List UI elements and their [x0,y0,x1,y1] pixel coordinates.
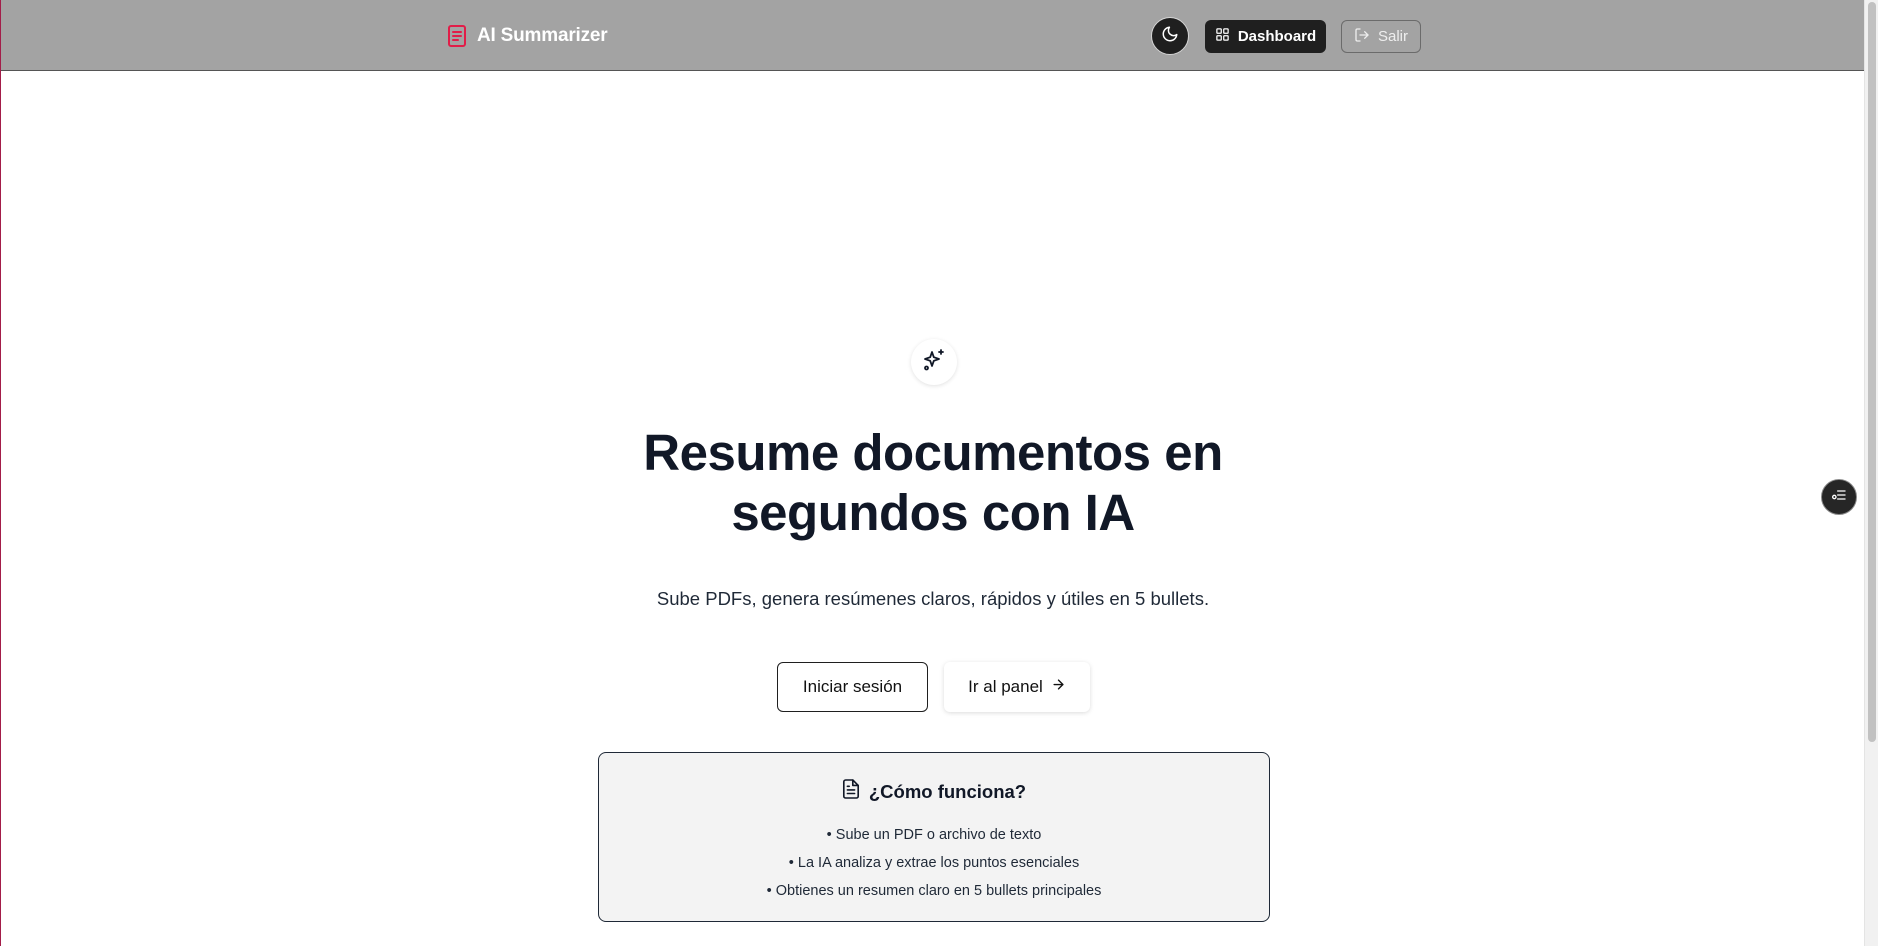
sparkles-icon [922,348,946,377]
login-label: Iniciar sesión [802,677,903,696]
go-to-panel-button[interactable]: Ir al panel [944,662,1090,712]
hero-icon-badge [911,339,957,385]
logout-icon [1354,27,1370,47]
logout-label: Salir [1377,28,1408,45]
scrollbar-thumb[interactable] [1868,2,1876,742]
grid-icon [1215,27,1230,46]
logout-button[interactable]: Salir [1341,20,1421,53]
dashboard-button[interactable]: Dashboard [1205,20,1326,53]
list-item: • Sube un PDF o archivo de texto [826,827,1042,843]
brand[interactable]: AI Summarizer [447,22,608,50]
login-button[interactable]: Iniciar sesión [777,662,928,712]
theme-toggle-button[interactable] [1151,17,1189,55]
list-filter-icon [1831,487,1847,508]
vertical-scrollbar[interactable] [1864,0,1878,946]
dashboard-label: Dashboard [1237,28,1317,45]
how-it-works-header: ¿Cómo funciona? [599,779,1269,804]
app-viewport: AI Summarizer Dashboard Salir Resume doc… [0,0,1878,946]
hero-title-line-1: Resume documentos en [643,424,1223,481]
how-it-works-steps: • Sube un PDF o archivo de texto • La IA… [599,821,1269,905]
hero-subtitle: Sube PDFs, genera resúmenes claros, rápi… [656,588,1210,609]
how-it-works-title: ¿Cómo funciona? [868,780,1027,802]
side-floating-button[interactable] [1821,479,1857,515]
brand-title: AI Summarizer [477,25,608,46]
hero-title-line-2: segundos con IA [731,484,1135,541]
list-item: • Obtienes un resumen claro en 5 bullets… [766,883,1102,899]
file-text-icon [842,779,860,804]
arrow-right-icon [1051,677,1066,697]
panel-label: Ir al panel [968,677,1043,696]
top-navbar: AI Summarizer Dashboard Salir [1,0,1865,71]
hero-title: Resume documentos en segundos con IA [540,423,1326,543]
moon-icon [1161,25,1179,48]
document-icon [447,24,467,48]
how-it-works-card: ¿Cómo funciona? • Sube un PDF o archivo … [598,752,1270,922]
list-item: • La IA analiza y extrae los puntos esen… [788,855,1080,871]
